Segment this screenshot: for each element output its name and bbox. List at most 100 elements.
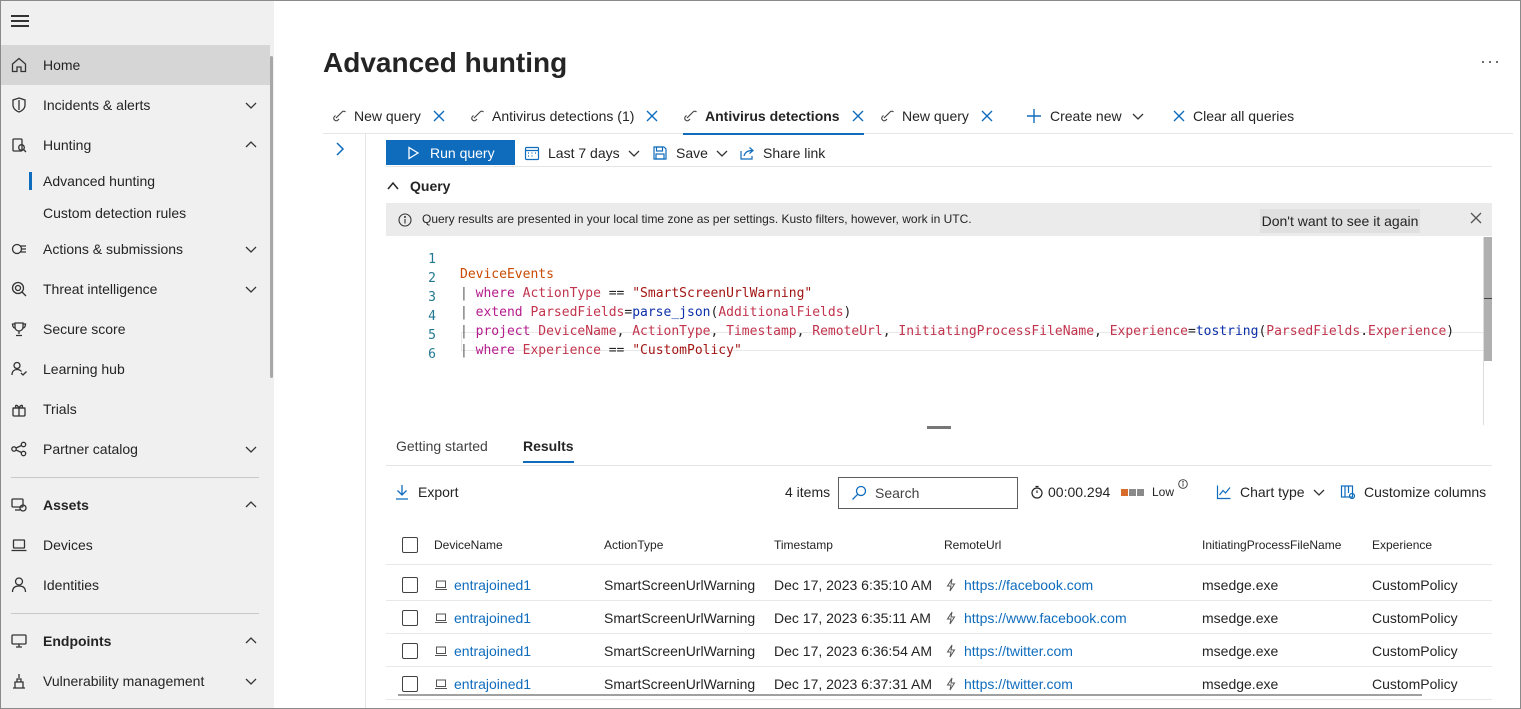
url-link[interactable]: https://facebook.com xyxy=(964,577,1093,593)
duration-value: 00:00.294 xyxy=(1048,484,1111,500)
tab-results[interactable]: Results xyxy=(523,438,574,463)
chart-type-dropdown[interactable]: Chart type xyxy=(1216,483,1325,501)
chevron-down-icon[interactable] xyxy=(244,282,258,296)
sidebar-item-learning-hub[interactable]: Learning hub xyxy=(1,349,270,389)
device-link[interactable]: entrajoined1 xyxy=(454,610,531,626)
sidebar-item-threat-intelligence[interactable]: Threat intelligence xyxy=(1,269,270,309)
hamburger-menu-icon[interactable] xyxy=(11,15,29,29)
editor-scroll-marker xyxy=(1484,298,1492,299)
editor-scrollbar[interactable] xyxy=(1484,237,1492,361)
table-row[interactable]: entrajoined1 SmartScreenUrlWarning Dec 1… xyxy=(386,601,1492,634)
results-tabs: Getting started Results xyxy=(386,428,1492,466)
sidebar-item-vulnerability-management[interactable]: Vulnerability management xyxy=(1,661,270,701)
chevron-down-icon xyxy=(628,150,640,157)
hunting-icon xyxy=(10,136,28,154)
sidebar-item-trials[interactable]: Trials xyxy=(1,389,270,429)
column-header-devicename[interactable]: DeviceName xyxy=(434,525,503,565)
table-horizontal-scrollbar[interactable] xyxy=(398,694,1422,696)
query-duration: 00:00.294 xyxy=(1030,483,1110,501)
sidebar-item-home[interactable]: Home xyxy=(1,45,270,85)
chevron-down-icon[interactable] xyxy=(244,98,258,112)
chevron-down-icon[interactable] xyxy=(244,674,258,688)
code-token: parse_json xyxy=(632,305,711,320)
close-icon[interactable] xyxy=(981,110,993,122)
close-icon[interactable] xyxy=(646,110,658,122)
sidebar-item-custom-detection-rules[interactable]: Custom detection rules xyxy=(1,198,270,228)
code-token: project xyxy=(475,324,531,339)
save-dropdown[interactable]: Save xyxy=(652,140,728,165)
link-icon xyxy=(333,110,346,122)
row-checkbox[interactable] xyxy=(402,609,418,626)
chevron-up-icon[interactable] xyxy=(244,634,258,648)
column-header-actiontype[interactable]: ActionType xyxy=(604,525,663,565)
chevron-up-icon xyxy=(387,181,399,190)
table-row[interactable]: entrajoined1 SmartScreenUrlWarning Dec 1… xyxy=(386,568,1492,601)
sidebar-scrollbar[interactable] xyxy=(270,56,273,378)
tab-new-query-1[interactable]: New query xyxy=(332,98,445,134)
export-button[interactable]: Export xyxy=(394,483,458,501)
close-icon[interactable] xyxy=(852,110,864,122)
row-checkbox[interactable] xyxy=(402,675,418,692)
chevron-down-icon[interactable] xyxy=(244,442,258,456)
sidebar-item-devices[interactable]: Devices xyxy=(1,525,270,565)
tab-getting-started[interactable]: Getting started xyxy=(396,438,488,454)
table-row[interactable]: entrajoined1 SmartScreenUrlWarning Dec 1… xyxy=(386,634,1492,667)
row-checkbox[interactable] xyxy=(402,576,418,593)
chevron-up-icon[interactable] xyxy=(244,498,258,512)
url-link[interactable]: https://twitter.com xyxy=(964,643,1073,659)
sidebar-item-endpoints[interactable]: Endpoints xyxy=(1,621,270,661)
tab-antivirus-detections[interactable]: Antivirus detections xyxy=(683,98,864,135)
url-link[interactable]: https://www.facebook.com xyxy=(964,610,1127,626)
info-icon[interactable] xyxy=(1178,479,1188,489)
close-icon[interactable] xyxy=(433,110,445,122)
row-checkbox[interactable] xyxy=(402,642,418,659)
code-line: 1 DeviceEvents xyxy=(386,237,554,282)
sidebar-item-incidents[interactable]: Incidents & alerts xyxy=(1,85,270,125)
cell-timestamp: Dec 17, 2023 6:36:54 AM xyxy=(774,642,932,659)
sidebar-item-label: Learning hub xyxy=(43,361,125,377)
create-new-button[interactable]: Create new xyxy=(1026,98,1144,134)
column-header-experience[interactable]: Experience xyxy=(1372,525,1432,565)
tab-antivirus-detections-1[interactable]: Antivirus detections (1) xyxy=(470,98,658,134)
stopwatch-icon xyxy=(1031,485,1043,499)
search-input[interactable]: Search xyxy=(838,477,1018,509)
run-query-button[interactable]: Run query xyxy=(386,140,515,165)
select-all-checkbox[interactable] xyxy=(402,537,418,553)
column-header-timestamp[interactable]: Timestamp xyxy=(774,525,833,565)
sidebar-item-hunting[interactable]: Hunting xyxy=(1,125,270,165)
device-link[interactable]: entrajoined1 xyxy=(454,643,531,659)
tab-new-query-2[interactable]: New query xyxy=(880,98,993,134)
sidebar-item-partner-catalog[interactable]: Partner catalog xyxy=(1,429,270,469)
close-icon[interactable] xyxy=(1470,212,1482,224)
column-header-initiatingprocessfilename[interactable]: InitiatingProcessFileName xyxy=(1202,525,1341,565)
query-section-toggle[interactable]: Query xyxy=(386,177,450,195)
customize-columns-button[interactable]: Customize columns xyxy=(1340,483,1486,501)
clear-all-queries-button[interactable]: Clear all queries xyxy=(1173,98,1294,134)
save-icon xyxy=(653,145,667,160)
sidebar-item-secure-score[interactable]: Secure score xyxy=(1,309,270,349)
chevron-right-icon[interactable] xyxy=(332,141,348,157)
sidebar-item-label: Actions & submissions xyxy=(43,241,184,257)
sidebar-item-identities[interactable]: Identities xyxy=(1,565,270,605)
share-link-button[interactable]: Share link xyxy=(739,140,825,165)
sidebar-item-advanced-hunting[interactable]: Advanced hunting xyxy=(1,166,270,196)
device-link[interactable]: entrajoined1 xyxy=(454,676,531,692)
query-editor[interactable]: 1 DeviceEvents 2 | where ActionType == "… xyxy=(386,237,1492,425)
device-link[interactable]: entrajoined1 xyxy=(454,577,531,593)
chevron-up-icon[interactable] xyxy=(244,138,258,152)
trophy-icon xyxy=(10,320,28,338)
url-link[interactable]: https://twitter.com xyxy=(964,676,1073,692)
chart-type-label: Chart type xyxy=(1240,484,1305,500)
sidebar-item-assets[interactable]: Assets xyxy=(1,485,270,525)
chevron-down-icon[interactable] xyxy=(244,242,258,256)
info-message: Query results are presented in your loca… xyxy=(422,212,972,226)
code-token: DeviceName xyxy=(538,324,617,339)
sidebar-item-actions[interactable]: Actions & submissions xyxy=(1,229,270,269)
more-options-button[interactable]: ··· xyxy=(1480,51,1501,72)
customize-columns-label: Customize columns xyxy=(1364,484,1487,500)
dismiss-forever-button[interactable]: Don't want to see it again xyxy=(1260,209,1420,233)
panel-divider xyxy=(365,134,366,708)
sidebar-item-label: Hunting xyxy=(43,137,92,153)
time-range-dropdown[interactable]: Last 7 days xyxy=(524,140,640,165)
column-header-remoteurl[interactable]: RemoteUrl xyxy=(944,525,1001,565)
